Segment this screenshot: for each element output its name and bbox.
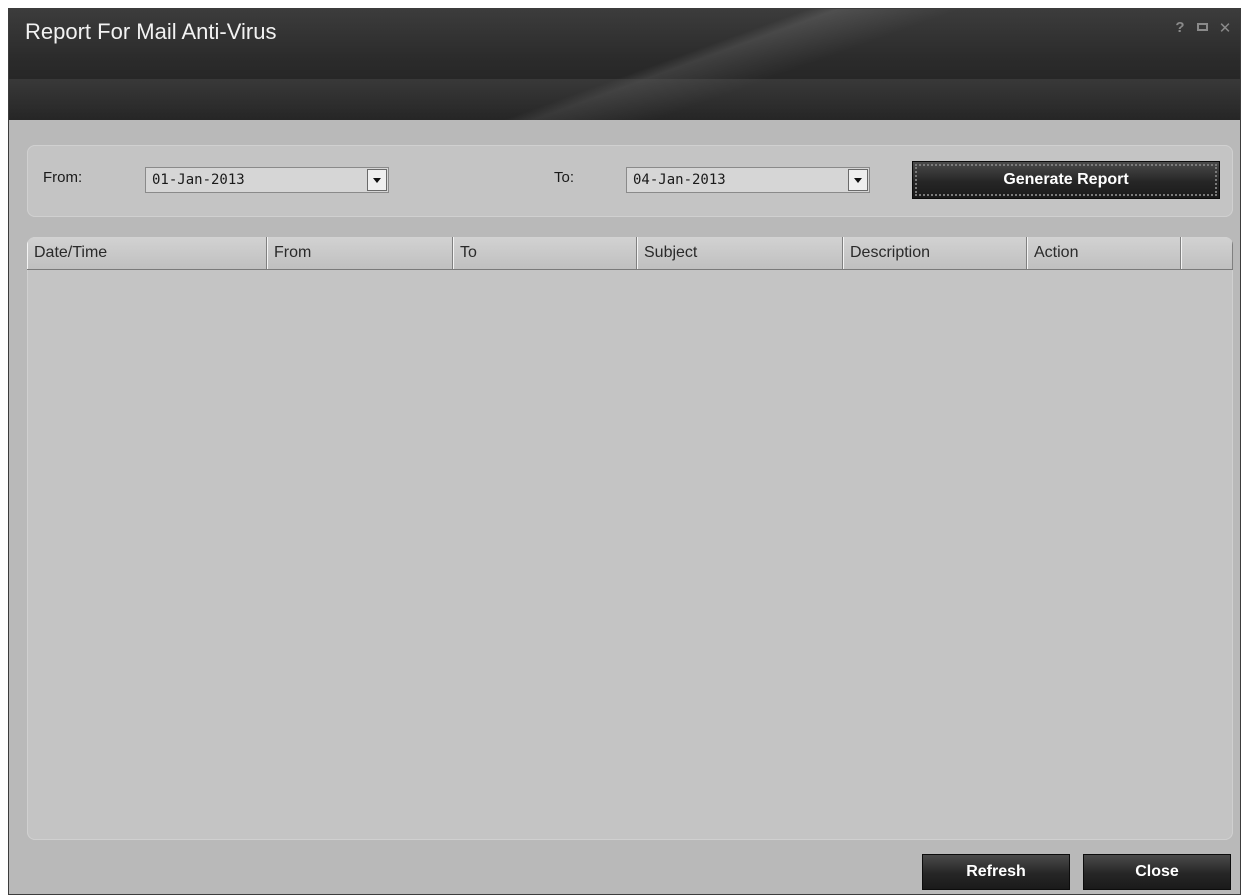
from-label: From: — [43, 169, 83, 186]
report-window: Report For Mail Anti-Virus ? ✕ From: 01-… — [8, 8, 1241, 895]
column-header-datetime[interactable]: Date/Time — [27, 237, 267, 269]
title-bar: Report For Mail Anti-Virus ? ✕ — [9, 9, 1240, 120]
chevron-down-icon[interactable] — [848, 169, 868, 191]
from-date-dropdown[interactable]: 01-Jan-2013 — [145, 167, 389, 193]
column-header-from[interactable]: From — [267, 237, 453, 269]
title-bar-band — [9, 79, 1240, 120]
table-header: Date/Time From To Subject Description Ac… — [27, 237, 1233, 270]
from-date-value: 01-Jan-2013 — [152, 172, 245, 188]
table-body[interactable] — [27, 270, 1233, 840]
maximize-icon[interactable] — [1197, 23, 1208, 31]
help-icon[interactable]: ? — [1173, 19, 1187, 37]
chevron-down-icon[interactable] — [367, 169, 387, 191]
window-controls: ? ✕ — [1173, 19, 1232, 37]
column-header-subject[interactable]: Subject — [637, 237, 843, 269]
generate-report-button[interactable]: Generate Report — [912, 161, 1220, 199]
to-date-dropdown[interactable]: 04-Jan-2013 — [626, 167, 870, 193]
column-header-description[interactable]: Description — [843, 237, 1027, 269]
refresh-button[interactable]: Refresh — [922, 854, 1070, 890]
window-title: Report For Mail Anti-Virus — [25, 19, 277, 44]
to-date-value: 04-Jan-2013 — [633, 172, 726, 188]
close-icon[interactable]: ✕ — [1218, 19, 1232, 37]
to-label: To: — [554, 169, 575, 186]
column-header-filler — [1181, 237, 1233, 269]
close-button[interactable]: Close — [1083, 854, 1231, 890]
column-header-to[interactable]: To — [453, 237, 637, 269]
report-table: Date/Time From To Subject Description Ac… — [27, 237, 1233, 840]
date-filter-panel: From: 01-Jan-2013 To: 04-Jan-2013 Genera… — [27, 145, 1233, 217]
column-header-action[interactable]: Action — [1027, 237, 1181, 269]
